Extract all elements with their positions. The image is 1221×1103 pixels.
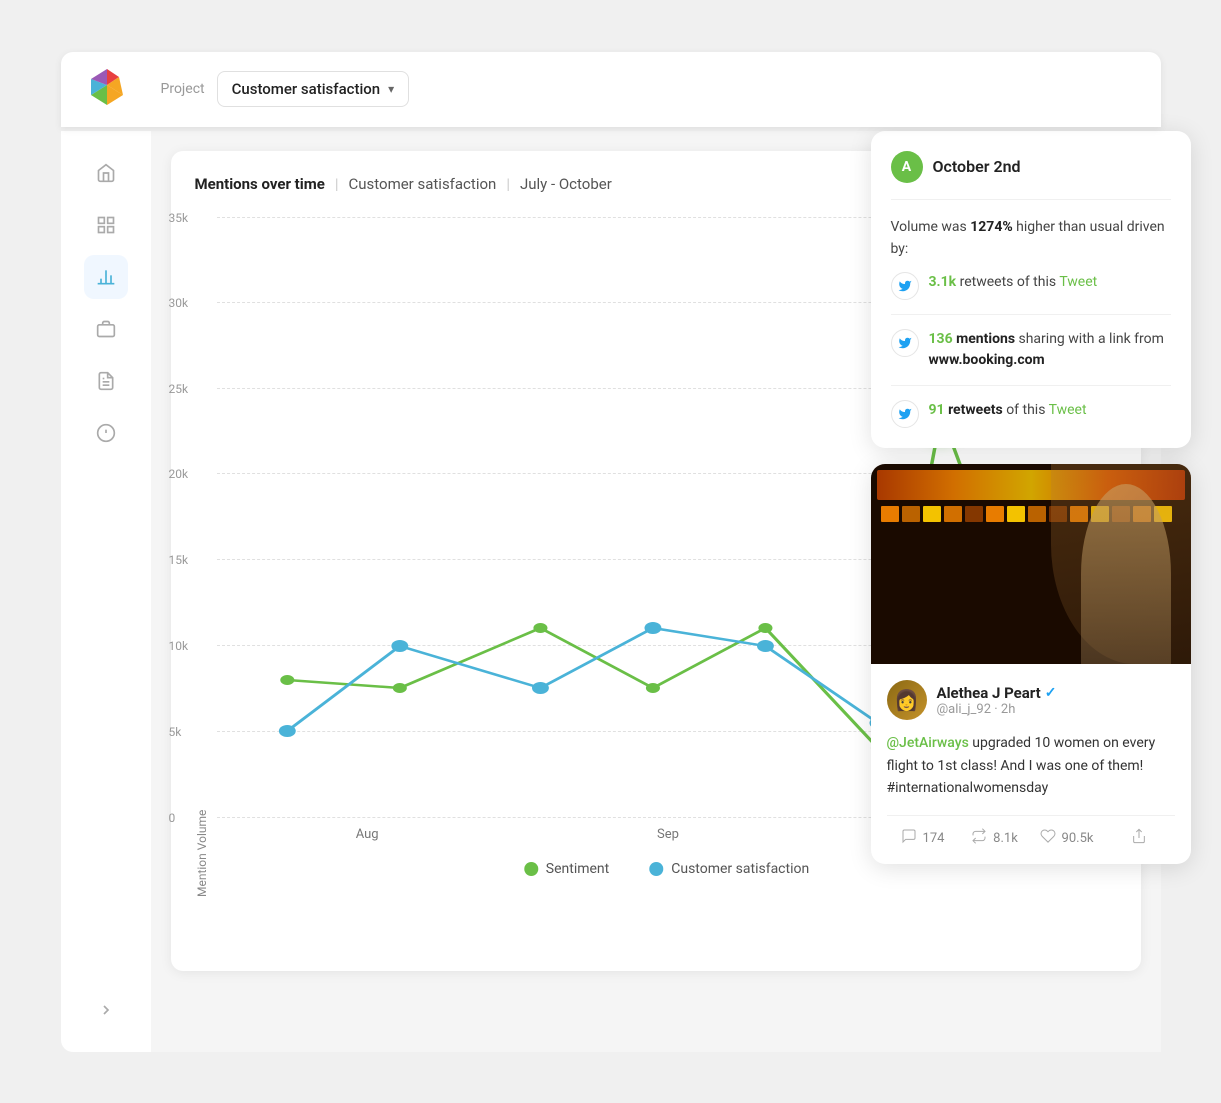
- sidebar-item-briefcase[interactable]: [84, 307, 128, 351]
- twitter-icon-3: [891, 400, 919, 428]
- chart-sep1: |: [335, 175, 339, 193]
- tooltip-row-3-text: 91 retweets of this Tweet: [929, 400, 1087, 421]
- grid-label-25k: 25k: [169, 382, 189, 396]
- sentiment-dot: [524, 862, 538, 876]
- chart-title: Mentions over time: [195, 175, 325, 193]
- tweet-mention: @JetAirways: [887, 735, 969, 751]
- heart-icon: [1040, 828, 1056, 848]
- link-1: Tweet: [1059, 274, 1097, 290]
- y-axis-label: Mention Volume: [195, 217, 209, 897]
- grid-label-10k: 10k: [169, 639, 189, 653]
- retweet-icon: [971, 828, 987, 848]
- tweet-handle: @ali_j_92 · 2h: [937, 702, 1175, 717]
- type-1: retweets of this: [960, 274, 1060, 290]
- header: Project Customer satisfaction ▾: [61, 52, 1161, 127]
- grid-label-35k: 35k: [169, 211, 189, 225]
- sidebar-item-reports[interactable]: [84, 359, 128, 403]
- grid-label-30k: 30k: [169, 296, 189, 310]
- tweet-username: Alethea J Peart ✓: [937, 684, 1175, 702]
- project-dropdown[interactable]: Customer satisfaction ▾: [217, 71, 410, 107]
- legend-customer-satisfaction: Customer satisfaction: [649, 861, 809, 877]
- customer-satisfaction-dot: [649, 862, 663, 876]
- tweet-action-share[interactable]: [1103, 828, 1175, 848]
- link-2: www.booking.com: [929, 352, 1045, 368]
- tooltip-row-1: 3.1k retweets of this Tweet: [891, 272, 1171, 300]
- chart-subtitle2: July - October: [520, 175, 612, 193]
- tweet-card: 👩 Alethea J Peart ✓ @ali_j_92 ·: [871, 464, 1191, 864]
- chart-subtitle1: Customer satisfaction: [348, 175, 496, 193]
- x-label-aug: Aug: [356, 827, 379, 842]
- chart-legend: Sentiment Customer satisfaction: [524, 861, 809, 877]
- type-suffix-3: of this: [1006, 402, 1048, 418]
- sidebar-expand-button[interactable]: [84, 988, 128, 1032]
- link-3: Tweet: [1049, 402, 1087, 418]
- sidebar-item-home[interactable]: [84, 151, 128, 195]
- count-2: 136: [929, 331, 953, 347]
- tweet-content: 👩 Alethea J Peart ✓ @ali_j_92 ·: [871, 664, 1191, 864]
- reply-count: 174: [923, 831, 945, 846]
- chevron-down-icon: ▾: [388, 82, 394, 96]
- type-suffix-2: sharing with a link from: [1019, 331, 1164, 347]
- tweet-action-like[interactable]: 90.5k: [1031, 828, 1103, 848]
- floating-panels: A October 2nd Volume was 1274% higher th…: [871, 131, 1191, 865]
- verified-badge: ✓: [1045, 685, 1057, 701]
- type-bold-3: retweets: [948, 402, 1003, 418]
- sidebar-item-analytics[interactable]: [84, 255, 128, 299]
- tooltip-row-1-text: 3.1k retweets of this Tweet: [929, 272, 1098, 293]
- retweet-count: 8.1k: [993, 831, 1018, 846]
- grid-label-15k: 15k: [169, 553, 189, 567]
- tweet-image: [871, 464, 1191, 664]
- grid-label-20k: 20k: [169, 467, 189, 481]
- sentiment-label: Sentiment: [546, 861, 609, 877]
- app-logo: [85, 67, 129, 111]
- legend-sentiment: Sentiment: [524, 861, 609, 877]
- grid-label-0: 0: [169, 811, 176, 825]
- tooltip-row-3: 91 retweets of this Tweet: [891, 385, 1171, 428]
- tooltip-row-2-text: 136 mentions sharing with a link from ww…: [929, 329, 1171, 371]
- count-3: 91: [929, 402, 945, 418]
- sidebar-item-grid[interactable]: [84, 203, 128, 247]
- project-label: Project: [161, 81, 205, 97]
- tweet-action-reply[interactable]: 174: [887, 828, 959, 848]
- tooltip-avatar: A: [891, 151, 923, 183]
- chart-sep2: |: [506, 175, 510, 193]
- share-icon: [1131, 828, 1147, 848]
- tweet-actions: 174: [887, 815, 1175, 848]
- grid-label-5k: 5k: [169, 725, 182, 739]
- tooltip-body: Volume was 1274% higher than usual drive…: [891, 216, 1171, 429]
- count-1: 3.1k: [929, 274, 957, 290]
- customer-satisfaction-label: Customer satisfaction: [671, 861, 809, 877]
- tooltip-row-2: 136 mentions sharing with a link from ww…: [891, 314, 1171, 371]
- sidebar: [61, 131, 151, 1052]
- like-count: 90.5k: [1062, 831, 1094, 846]
- twitter-icon-2: [891, 329, 919, 357]
- volume-pct: 1274%: [970, 219, 1012, 235]
- tooltip-header: A October 2nd: [891, 151, 1171, 200]
- type-bold-2: mentions: [956, 331, 1015, 347]
- tweet-user-row: 👩 Alethea J Peart ✓ @ali_j_92 ·: [887, 680, 1175, 720]
- volume-text: Volume was: [891, 219, 971, 235]
- tweet-user-info: Alethea J Peart ✓ @ali_j_92 · 2h: [937, 684, 1175, 717]
- tooltip-date: October 2nd: [933, 157, 1021, 176]
- main-layout: Mentions over time | Customer satisfacti…: [61, 131, 1161, 1052]
- x-label-sep: Sep: [657, 827, 679, 842]
- reply-icon: [901, 828, 917, 848]
- twitter-icon-1: [891, 272, 919, 300]
- tooltip-panel: A October 2nd Volume was 1274% higher th…: [871, 131, 1191, 449]
- content-area: Mentions over time | Customer satisfacti…: [151, 131, 1161, 1052]
- sidebar-item-alerts[interactable]: [84, 411, 128, 455]
- project-name: Customer satisfaction: [232, 80, 381, 98]
- tweet-text: @JetAirways upgraded 10 women on every f…: [887, 732, 1175, 799]
- tweet-avatar: 👩: [887, 680, 927, 720]
- tweet-action-retweet[interactable]: 8.1k: [959, 828, 1031, 848]
